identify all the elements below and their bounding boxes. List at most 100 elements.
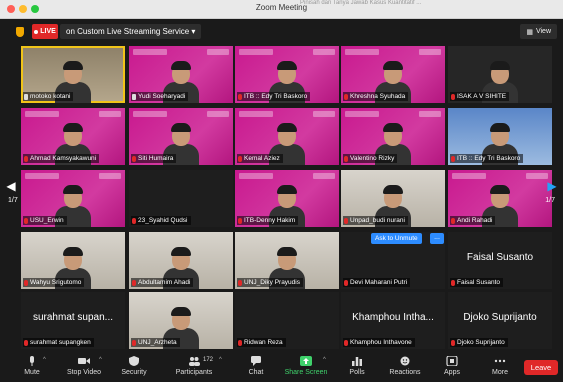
participant-name-tag: Devi Maharani Putri (343, 278, 411, 287)
participant-tile[interactable]: UNJ_Diky Prayudis (235, 232, 339, 289)
participant-tile[interactable]: Ridwan Reza (235, 292, 339, 349)
more-button[interactable]: More (473, 356, 527, 380)
share-screen-button[interactable]: ^ Share Screen (279, 356, 333, 380)
participant-name-tag: motoko kotani (23, 92, 74, 101)
grid-view-icon: ▦ (526, 28, 533, 36)
ask-to-unmute-button[interactable]: Ask to Unmute (371, 233, 422, 244)
logos-strip (313, 173, 335, 179)
person-hair (63, 123, 83, 132)
muted-mic-icon (344, 339, 348, 346)
participants-count: 172 (203, 357, 214, 363)
previous-page-arrow-icon[interactable]: ◀ (4, 172, 18, 200)
view-button[interactable]: ▦ View (520, 24, 557, 39)
tile-more-options-button[interactable]: ... (430, 233, 444, 244)
mute-button[interactable]: ^ Mute (5, 356, 59, 380)
stop-video-button[interactable]: ^ Stop Video (57, 356, 111, 380)
participants-options-caret-icon[interactable]: ^ (219, 357, 222, 363)
participant-name-tag: Abdultamim Ahadi (131, 278, 194, 287)
leave-button[interactable]: Leave (524, 360, 558, 375)
share-options-caret-icon[interactable]: ^ (323, 357, 326, 363)
next-page-arrow-icon[interactable]: ▶ (545, 172, 559, 200)
chat-button[interactable]: Chat (229, 356, 283, 380)
participant-tile[interactable]: surahmat supan... surahmat supangken (21, 292, 125, 349)
participant-tile[interactable]: Kemal Aziez (235, 108, 339, 165)
participant-name: Wahyu Srigutomo (30, 279, 82, 286)
share-screen-label: Share Screen (284, 369, 328, 376)
participant-tile[interactable]: Faisal Susanto Faisal Susanto (448, 232, 552, 289)
participant-display-name: Khamphou Intha... (352, 312, 434, 323)
live-badge[interactable]: LIVE (32, 24, 58, 39)
participant-tile[interactable]: ITB-Denny Hakim (235, 170, 339, 227)
participant-tile[interactable]: Ahmad Kamsyakawuni (21, 108, 125, 165)
security-button[interactable]: Security (107, 356, 161, 380)
person-hair (277, 185, 297, 194)
polls-bar-chart-icon (352, 357, 362, 366)
participant-tile[interactable]: Wahyu Srigutomo (21, 232, 125, 289)
muted-mic-icon (238, 155, 242, 162)
left-page-indicator: 1/7 (8, 197, 18, 204)
mute-options-caret-icon[interactable]: ^ (43, 357, 46, 363)
person-hair (63, 185, 83, 194)
streaming-service-dropdown[interactable]: on Custom Live Streaming Service ▾ (60, 24, 202, 39)
muted-mic-icon (238, 93, 242, 100)
logos-strip (99, 111, 121, 117)
participant-tile[interactable]: ITB :: Edy Tri Baskoro (235, 46, 339, 103)
participant-name: motoko kotani (30, 93, 71, 100)
participant-tile[interactable]: Valentino Rizky (341, 108, 445, 165)
participant-tile[interactable]: Siti Humaira (129, 108, 233, 165)
participant-tile[interactable]: ISAK A V SIHITE (448, 46, 552, 103)
participant-name: Siti Humaira (138, 155, 174, 162)
participant-tile[interactable]: Abdultamim Ahadi (129, 232, 233, 289)
participant-name: Khreshna Syuhada (350, 93, 406, 100)
participant-name: Devi Maharani Putri (350, 279, 408, 286)
video-options-caret-icon[interactable]: ^ (99, 357, 102, 363)
participant-name: Valentino Rizky (350, 155, 395, 162)
pin-icon (132, 93, 136, 100)
apps-button[interactable]: Apps (425, 356, 479, 380)
apps-label: Apps (444, 369, 460, 376)
participant-tile[interactable]: Andi Rahadi (448, 170, 552, 227)
polls-button[interactable]: Polls (330, 356, 384, 380)
more-label: More (492, 369, 508, 376)
webinar-banner (25, 173, 59, 179)
participant-tile[interactable]: 23_Syahid Qudsi (129, 170, 233, 227)
participants-icon (189, 357, 200, 366)
participant-tile[interactable]: USU_Erwin (21, 170, 125, 227)
participant-name: Djoko Suprijanto (457, 339, 505, 346)
logos-strip (313, 49, 335, 55)
participant-name-tag: Yudi Soeharyadi (131, 92, 189, 101)
more-dots-icon (494, 359, 506, 363)
muted-mic-icon (132, 339, 136, 346)
participant-name-tag: Khreshna Syuhada (343, 92, 409, 101)
participant-tile[interactable]: Yudi Soeharyadi (129, 46, 233, 103)
participant-name: ITB-Denny Hakim (244, 217, 296, 224)
title-bar: Pinisah dan Tanya Jawab Kasus Kuantitati… (0, 0, 563, 19)
security-shield-icon[interactable] (16, 27, 24, 37)
participant-tile[interactable]: motoko kotani (21, 46, 125, 103)
webinar-banner (345, 111, 379, 117)
right-page-indicator: 1/7 (545, 197, 555, 204)
participant-name-tag: Khamphou Inthavone (343, 338, 415, 347)
mute-label: Mute (24, 369, 40, 376)
person-hair (490, 123, 510, 132)
participant-name: USU_Erwin (30, 217, 64, 224)
person-hair (171, 247, 191, 256)
reactions-button[interactable]: Reactions (378, 356, 432, 380)
participant-tile[interactable]: Unpad_budi nurani (341, 170, 445, 227)
participant-tile[interactable]: UNJ_Arzheta (129, 292, 233, 349)
participant-name-tag: ITB :: Edy Tri Baskoro (450, 154, 524, 163)
participant-name-tag: UNJ_Arzheta (131, 338, 180, 347)
participant-name: 23_Syahid Qudsi (138, 217, 188, 224)
muted-mic-icon (238, 339, 242, 346)
participant-tile[interactable]: Khamphou Intha... Khamphou Inthavone (341, 292, 445, 349)
participant-tile[interactable]: Khreshna Syuhada (341, 46, 445, 103)
pin-icon (24, 93, 28, 100)
participant-name-tag: 23_Syahid Qudsi (131, 216, 191, 225)
participant-name-tag: Valentino Rizky (343, 154, 398, 163)
participants-button[interactable]: 172 ^ Participants (167, 356, 222, 380)
muted-mic-icon (132, 155, 136, 162)
participant-name: Kemal Aziez (244, 155, 280, 162)
participant-tile[interactable]: Djoko Suprijanto Djoko Suprijanto (448, 292, 552, 349)
participant-tile[interactable]: ITB :: Edy Tri Baskoro (448, 108, 552, 165)
person-hair (277, 61, 297, 70)
